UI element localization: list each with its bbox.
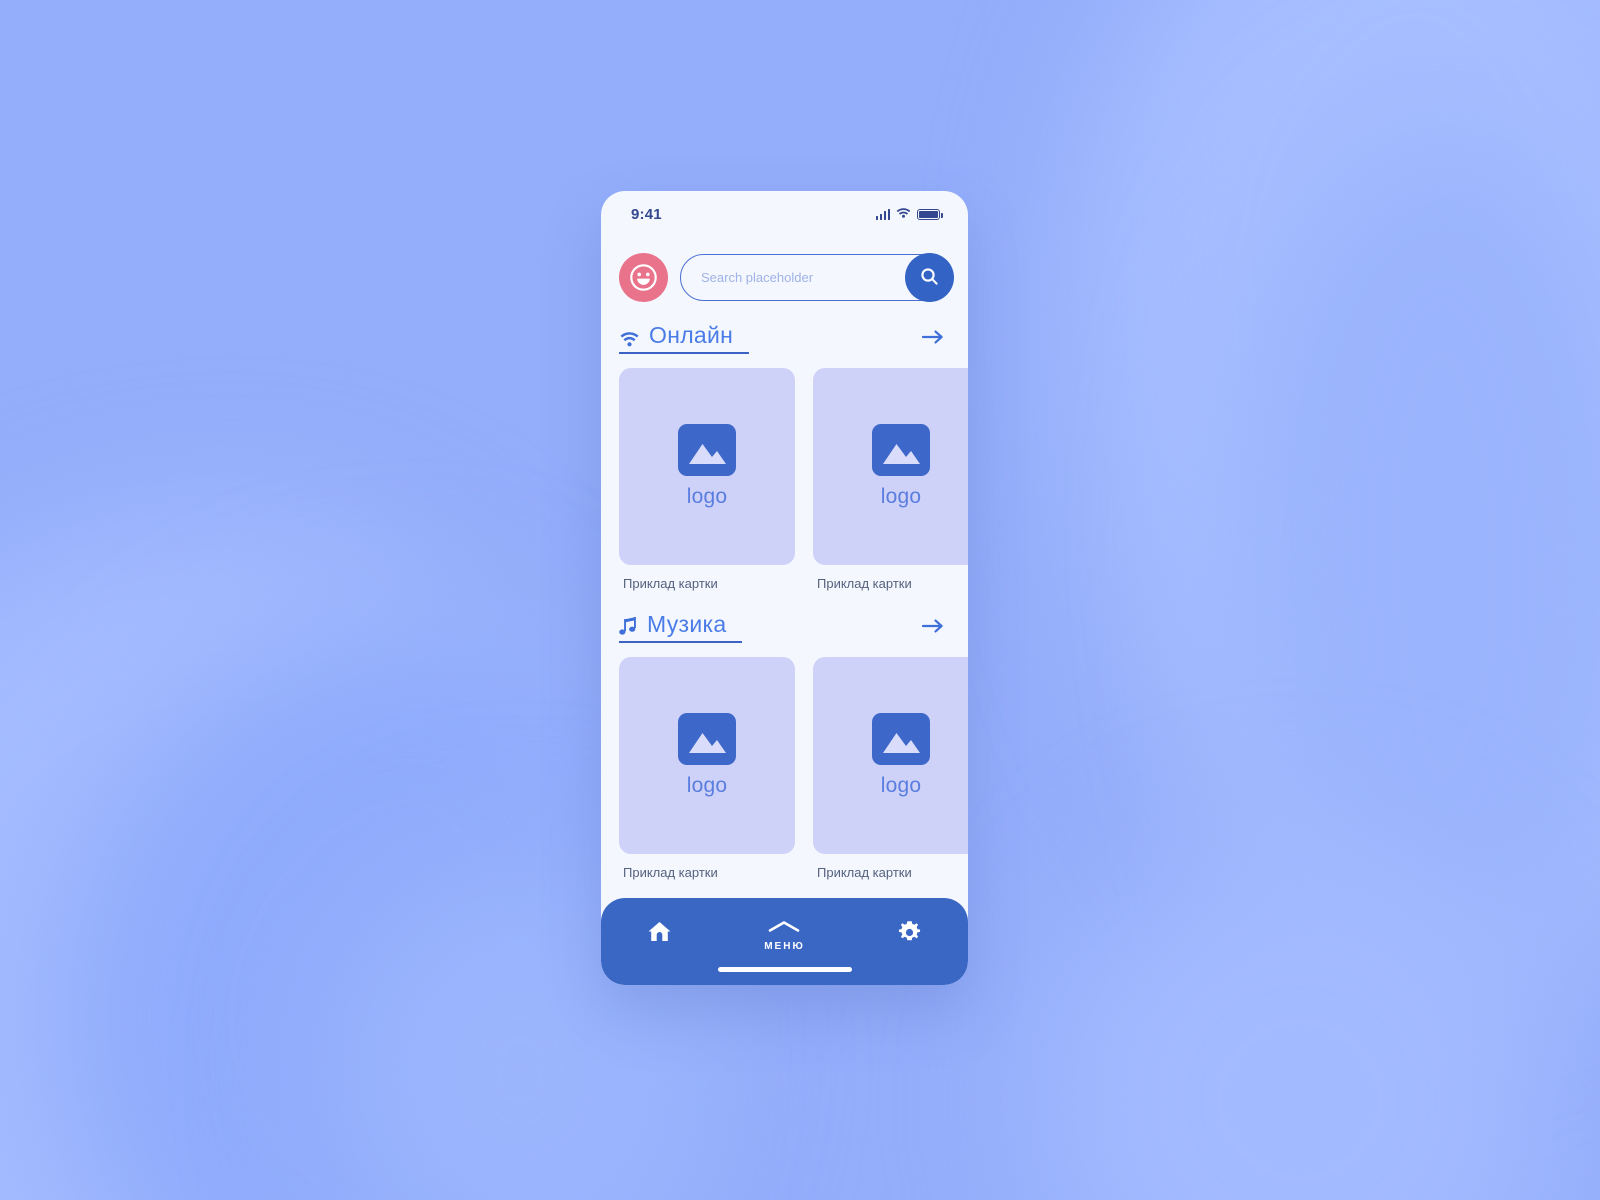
card-row-online: logo Приклад картки logo Приклад картки: [601, 354, 968, 591]
image-placeholder-icon: [872, 424, 930, 476]
card-caption: Приклад картки: [623, 865, 718, 880]
card-cell: logo Приклад картки: [813, 657, 968, 880]
arrow-right-icon[interactable]: [922, 329, 944, 349]
wifi-icon: [896, 205, 911, 223]
card-caption: Приклад картки: [817, 576, 912, 591]
card-row-music: logo Приклад картки logo Приклад картки: [601, 643, 968, 880]
content-card[interactable]: logo: [813, 657, 968, 854]
card-cell: logo Приклад картки: [813, 368, 968, 591]
content-card[interactable]: logo: [619, 368, 795, 565]
wifi-icon: [619, 330, 640, 347]
image-placeholder-icon: [678, 713, 736, 765]
search-field-wrapper: [680, 253, 954, 302]
nav-item-home[interactable]: [647, 920, 672, 948]
arrow-right-icon[interactable]: [922, 618, 944, 638]
card-caption: Приклад картки: [817, 865, 912, 880]
search-button[interactable]: [905, 253, 954, 302]
image-placeholder-icon: [678, 424, 736, 476]
card-logo-label: logo: [880, 485, 922, 508]
section-title: Музика: [647, 611, 727, 637]
phone-mockup: 9:41 Search placeholder Онлайн logo Прик…: [601, 191, 968, 985]
music-note-icon: [619, 616, 638, 636]
cellular-signal-icon: [875, 208, 890, 220]
search-row: [601, 237, 968, 302]
battery-full-icon: [917, 208, 943, 220]
card-cell: logo Приклад картки: [619, 657, 795, 880]
card-caption: Приклад картки: [623, 576, 718, 591]
section-title: Онлайн: [649, 322, 734, 348]
card-logo-label: logo: [686, 774, 728, 797]
section-title-group[interactable]: Онлайн: [619, 322, 750, 354]
section-title-group[interactable]: Музика: [619, 611, 743, 643]
card-logo-label: logo: [686, 485, 728, 508]
status-time: 9:41: [631, 205, 662, 223]
image-placeholder-icon: [872, 713, 930, 765]
content-card[interactable]: logo: [619, 657, 795, 854]
content-card[interactable]: logo: [813, 368, 968, 565]
nav-item-menu[interactable]: МЕНЮ: [764, 920, 805, 952]
card-cell: logo Приклад картки: [619, 368, 795, 591]
chevron-up-icon: [768, 920, 800, 938]
section-header-music: Музика: [601, 591, 968, 643]
status-icons: [875, 205, 943, 223]
home-icon: [647, 920, 672, 948]
gear-icon: [897, 920, 922, 950]
bottom-navigation-bar: МЕНЮ: [601, 898, 968, 985]
nav-item-settings[interactable]: [897, 920, 922, 950]
nav-item-menu-label: МЕНЮ: [764, 941, 805, 952]
card-logo-label: logo: [880, 774, 922, 797]
smiley-face-avatar[interactable]: [619, 253, 668, 302]
section-header-online: Онлайн: [601, 302, 968, 354]
status-bar: 9:41: [601, 191, 968, 237]
home-indicator: [717, 967, 852, 972]
search-icon: [920, 267, 939, 289]
